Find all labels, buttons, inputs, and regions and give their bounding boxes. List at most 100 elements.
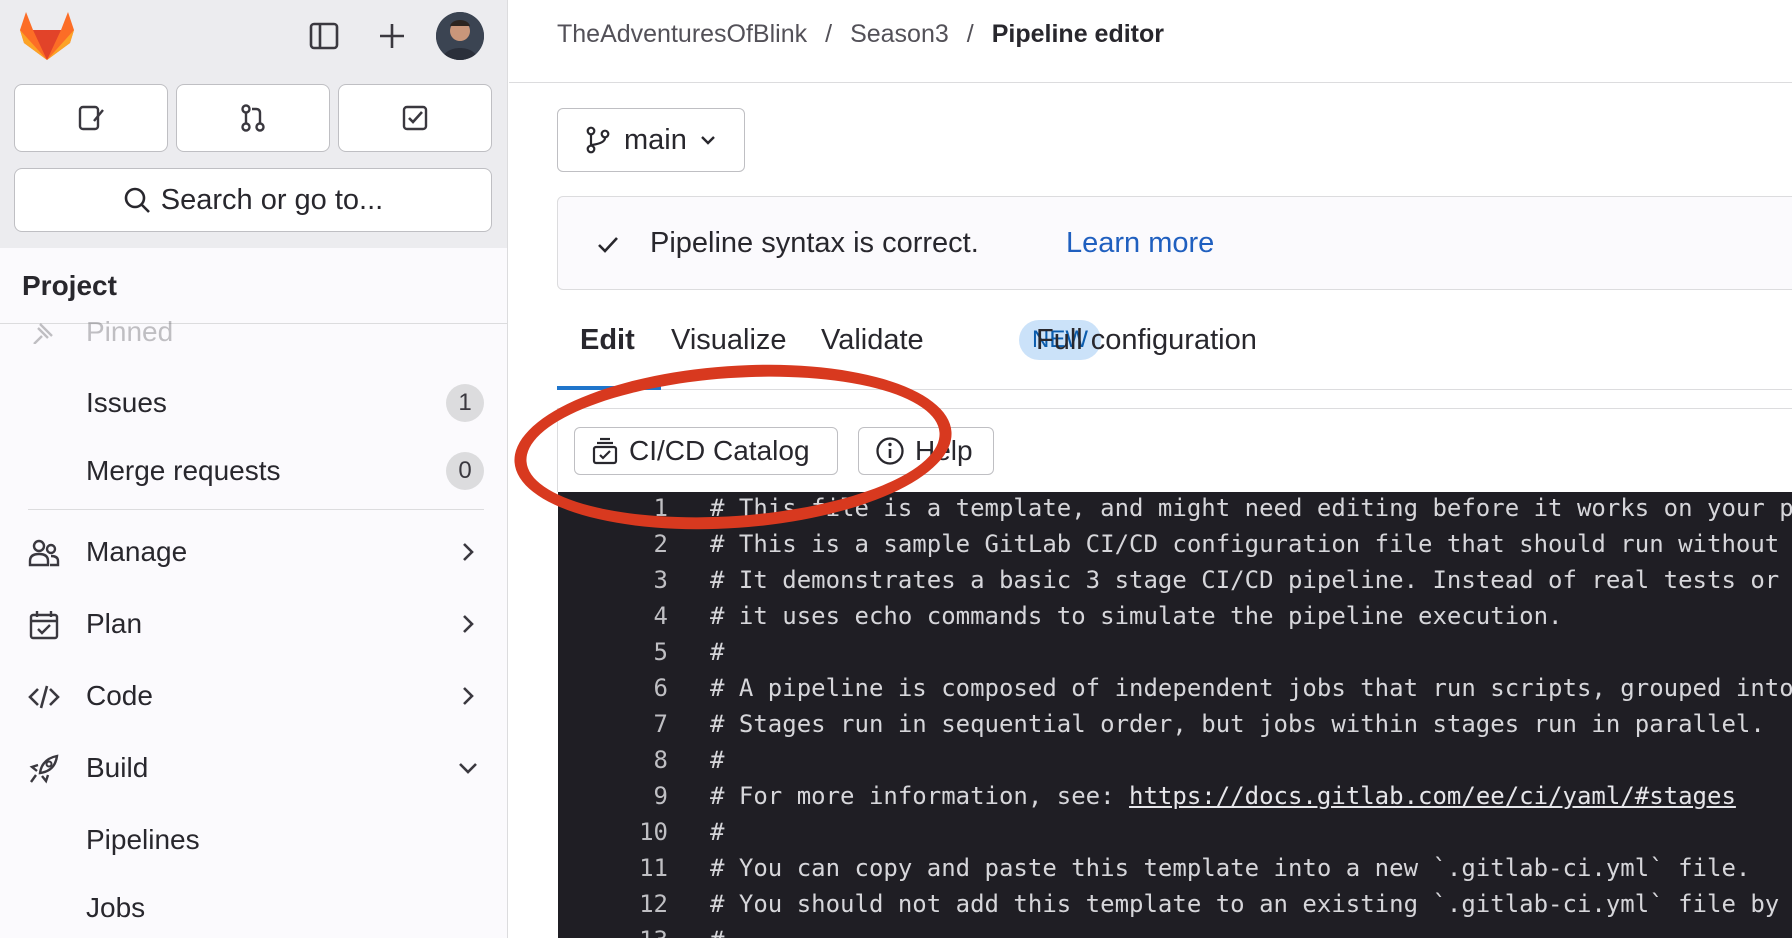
line-content: # Stages run in sequential order, but jo…	[710, 706, 1765, 742]
todo-shortcut-button[interactable]	[338, 84, 492, 152]
help-button[interactable]: Help	[858, 427, 994, 475]
help-label: Help	[915, 435, 973, 466]
chevron-right-icon	[463, 615, 474, 633]
sidebar-item-build[interactable]: Build	[14, 739, 494, 797]
sidebar-header: Search or go to...	[0, 0, 507, 248]
search-icon	[124, 187, 150, 213]
sidebar-item-label: Plan	[86, 608, 143, 639]
project-label: Project	[22, 270, 117, 301]
line-content: # It demonstrates a basic 3 stage CI/CD …	[710, 562, 1779, 598]
gitlab-logo-icon[interactable]	[20, 10, 74, 62]
code-editor[interactable]: 1 # This file is a template, and might ne…	[558, 492, 1792, 938]
sidebar-item-label: Pipelines	[86, 824, 200, 855]
branch-selector[interactable]: main	[557, 108, 745, 172]
breadcrumb-item-current[interactable]: Pipeline editor	[992, 20, 1164, 49]
project-section-header: Project	[0, 248, 507, 324]
line-number: 10	[639, 818, 668, 846]
rocket-icon	[28, 753, 60, 785]
line-text: # It demonstrates a basic 3 stage CI/CD …	[710, 566, 1780, 594]
line-content: #	[710, 814, 724, 850]
line-content: #	[710, 922, 724, 938]
validation-status-alert: Pipeline syntax is correct. Learn more	[557, 196, 1792, 290]
merge-requests-shortcut-button[interactable]	[176, 84, 330, 152]
code-line[interactable]: 1 # This file is a template, and might ne…	[558, 492, 1792, 526]
line-number: 2	[653, 530, 668, 558]
ci-cd-catalog-button[interactable]: CI/CD Catalog	[574, 427, 838, 475]
line-content: #	[710, 742, 724, 778]
code-line[interactable]: 2 # This is a sample GitLab CI/CD configu…	[558, 526, 1792, 562]
chevron-down-icon	[459, 763, 477, 774]
branch-icon	[586, 126, 610, 154]
line-content: # You should not add this template to an…	[710, 886, 1779, 922]
code-line[interactable]: 4 # it uses echo commands to simulate the…	[558, 598, 1792, 634]
line-content: # For more information, see: https://doc…	[710, 778, 1736, 814]
code-line[interactable]: 12 # You should not add this template to …	[558, 886, 1792, 922]
breadcrumb-separator: /	[966, 20, 974, 48]
line-content: # it uses echo commands to simulate the …	[710, 598, 1563, 634]
tab-full-configuration[interactable]: Full configuration	[1036, 324, 1257, 357]
tab-validate[interactable]: Validate	[821, 324, 924, 357]
code-line[interactable]: 3 # It demonstrates a basic 3 stage CI/CD…	[558, 562, 1792, 598]
issues-shortcut-button[interactable]	[14, 84, 168, 152]
sidebar-item-manage[interactable]: Manage	[14, 523, 494, 581]
sidebar-toggle-icon[interactable]	[302, 14, 346, 58]
line-content: # You can copy and paste this template i…	[710, 850, 1750, 886]
ci-cd-catalog-label: CI/CD Catalog	[629, 435, 810, 466]
code-line[interactable]: 5 #	[558, 634, 1792, 670]
pinned-section[interactable]: Pinned	[22, 314, 482, 344]
search-label: Search or go to...	[160, 183, 384, 216]
line-number: 1	[653, 494, 668, 522]
sidebar-item-pipelines[interactable]: Pipelines	[14, 811, 494, 869]
line-text: # You should not add this template to an…	[710, 890, 1780, 918]
line-number: 6	[653, 674, 668, 702]
line-number: 7	[653, 710, 668, 738]
line-text: # You can copy and paste this template i…	[710, 854, 1751, 882]
header-divider	[509, 82, 1792, 83]
sidebar-item-label: Jobs	[86, 892, 146, 923]
code-line[interactable]: 7 # Stages run in sequential order, but j…	[558, 706, 1792, 742]
tab-visualize[interactable]: Visualize	[671, 324, 787, 357]
sidebar-item-code[interactable]: Code	[14, 667, 494, 725]
code-line[interactable]: 13 #	[558, 922, 1792, 938]
code-line[interactable]: 6 # A pipeline is composed of independent…	[558, 670, 1792, 706]
breadcrumb-item-group[interactable]: TheAdventuresOfBlink	[557, 20, 807, 49]
code-line[interactable]: 9 # For more information, see: https://do…	[558, 778, 1792, 814]
sidebar-item-label: Merge requests	[86, 455, 281, 486]
line-text: #	[710, 926, 724, 938]
search-button[interactable]: Search or go to...	[14, 168, 492, 232]
plus-icon[interactable]	[370, 14, 414, 58]
sidebar-item-plan[interactable]: Plan	[14, 595, 494, 653]
line-text: # it uses echo commands to simulate the …	[710, 602, 1563, 630]
check-icon	[598, 237, 618, 253]
chevron-right-icon	[463, 543, 474, 561]
sidebar-item-merge-requests[interactable]: Merge requests 0	[14, 442, 494, 500]
sidebar: Search or go to... Project Pinned Issues…	[0, 0, 508, 938]
line-number: 13	[558, 922, 668, 938]
learn-more-link[interactable]: Learn more	[1066, 227, 1214, 260]
line-text: # This file is a template, and might nee…	[710, 494, 1792, 522]
sidebar-item-jobs[interactable]: Jobs	[14, 879, 494, 937]
merge-requests-count-badge: 0	[446, 452, 484, 490]
code-line[interactable]: 11 # You can copy and paste this template…	[558, 850, 1792, 886]
line-number: 3	[653, 566, 668, 594]
line-content: # This is a sample GitLab CI/CD configur…	[710, 526, 1779, 562]
info-icon	[876, 437, 904, 465]
sidebar-item-issues[interactable]: Issues 1	[14, 374, 494, 432]
docs-url-link[interactable]: https://docs.gitlab.com/ee/ci/yaml/#stag…	[1129, 782, 1736, 810]
pinned-label: Pinned	[86, 316, 174, 344]
branch-name: main	[624, 123, 687, 156]
line-text: # A pipeline is composed of independent …	[710, 674, 1792, 702]
line-text: # For more information, see:	[710, 782, 1130, 810]
code-line[interactable]: 8 #	[558, 742, 1792, 778]
editor-toolbar: CI/CD Catalog Help	[557, 408, 1792, 492]
user-avatar[interactable]	[436, 12, 484, 60]
line-number: 8	[653, 746, 668, 774]
tab-edit[interactable]: Edit	[580, 324, 635, 357]
line-content: #	[710, 634, 724, 670]
pin-icon	[33, 323, 53, 344]
line-text: #	[710, 638, 725, 666]
code-line[interactable]: 10 #	[558, 814, 1792, 850]
sidebar-item-label: Manage	[86, 536, 188, 567]
chevron-right-icon	[463, 687, 474, 705]
breadcrumb-item-project[interactable]: Season3	[850, 20, 949, 49]
